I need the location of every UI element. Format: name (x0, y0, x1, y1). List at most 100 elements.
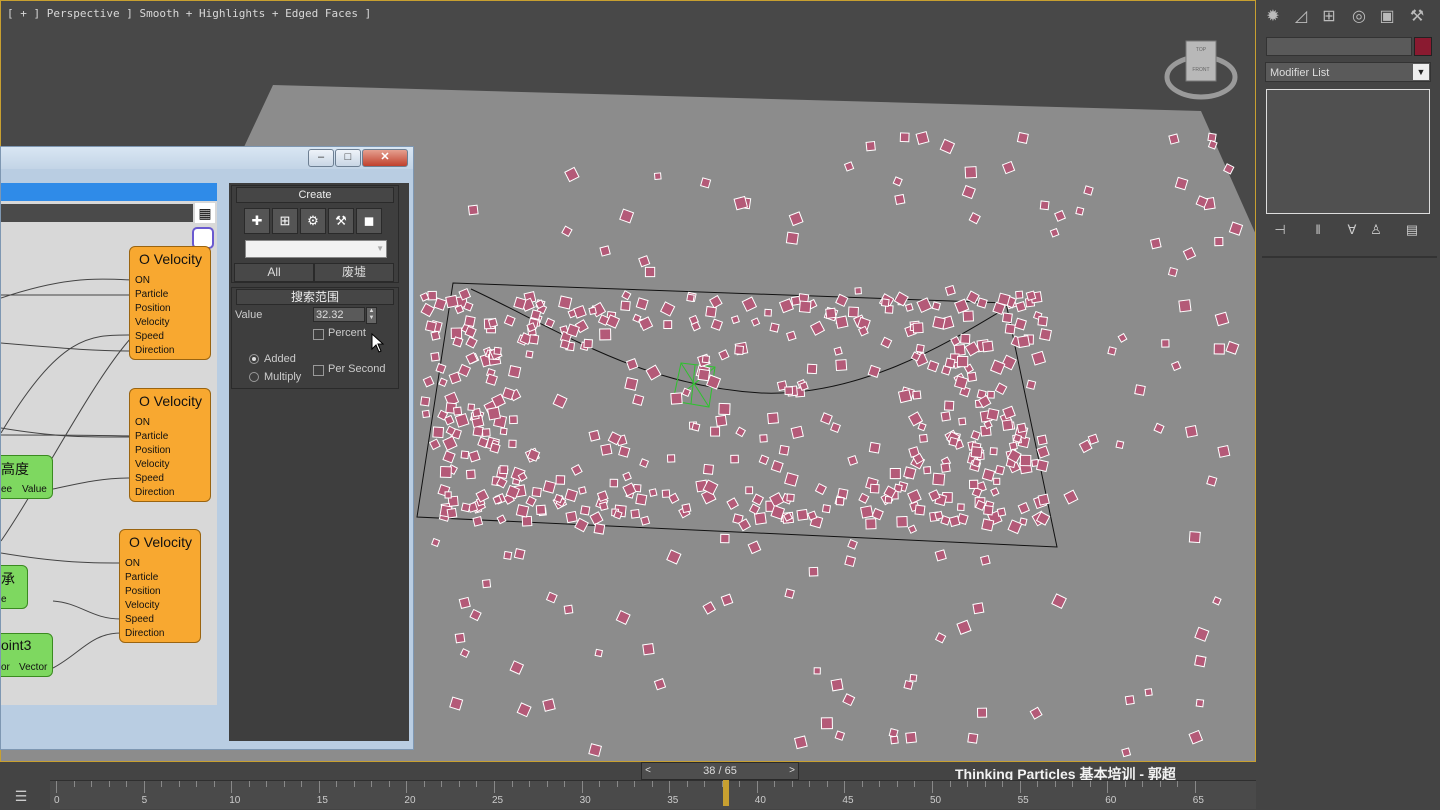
timeline-tick (791, 781, 793, 787)
make-unique-icon[interactable]: ∀ (1344, 222, 1360, 238)
port-particle[interactable]: Particle (125, 572, 158, 583)
utilities-icon[interactable]: ⚒ (1406, 6, 1428, 28)
port-vector[interactable]: Vector (19, 662, 47, 673)
minimize-button[interactable]: – (308, 149, 334, 167)
maximize-button[interactable]: □ (335, 149, 361, 167)
particle (463, 315, 476, 328)
timeline-tick (458, 781, 460, 787)
node-graph[interactable]: ▦ O Velocity ON Particle Position Veloci… (1, 183, 217, 705)
particle (452, 406, 463, 416)
next-frame-icon[interactable]: > (786, 763, 798, 779)
port-speed[interactable]: Speed (135, 331, 164, 342)
particle (720, 533, 730, 544)
port-value[interactable]: Value (22, 484, 47, 495)
added-radio[interactable] (249, 354, 259, 364)
viewport-label[interactable]: [ + ] Perspective ] Smooth + Highlights … (7, 7, 371, 20)
motion-icon[interactable]: ◎ (1348, 6, 1370, 28)
add-ok-icon[interactable]: ⊞ (272, 208, 298, 234)
particle (960, 333, 971, 344)
velocity-node-1[interactable]: O Velocity ON Particle Position Velocity… (129, 246, 211, 360)
velocity-node-2[interactable]: O Velocity ON Particle Position Velocity… (129, 388, 211, 502)
particle (508, 365, 522, 379)
show-end-result-icon[interactable]: ‖ (1310, 222, 1326, 238)
timeline-tick (686, 781, 688, 787)
port-particle[interactable]: Particle (135, 431, 168, 442)
port-velocity[interactable]: Velocity (135, 459, 169, 470)
particle (989, 447, 998, 456)
velocity-node-3[interactable]: O Velocity ON Particle Position Velocity… (119, 529, 201, 643)
height-node[interactable]: 高度 ee Value (1, 455, 53, 499)
pin-stack-icon[interactable]: ⊣ (1272, 222, 1288, 238)
remove-modifier-icon[interactable]: ♙ (1368, 222, 1384, 238)
dialog-titlebar[interactable]: – □ ✕ (1, 147, 413, 169)
particle (847, 306, 859, 318)
ruins-button[interactable]: 废墟 (314, 263, 394, 282)
prev-frame-icon[interactable]: < (642, 763, 654, 779)
display-icon[interactable]: ▣ (1376, 6, 1398, 28)
particle (996, 507, 1007, 517)
object-name-field[interactable] (1266, 37, 1412, 56)
object-color-swatch[interactable] (1414, 37, 1432, 56)
cube-icon[interactable]: ◼ (356, 208, 382, 234)
time-slider[interactable]: < 38 / 65 > (641, 762, 799, 780)
viewcube[interactable]: TOP FRONT (1164, 37, 1238, 103)
percent-checkbox[interactable] (313, 329, 324, 340)
particle (1031, 350, 1047, 366)
particle (1194, 654, 1207, 668)
track-bar[interactable]: 0 5 10 15 20 25 30 35 40 45 50 55 60 65 (50, 780, 1256, 809)
particle (1015, 290, 1024, 299)
port-velocity[interactable]: Velocity (125, 600, 159, 611)
inherit-node[interactable]: 承 e (1, 565, 28, 609)
particle (889, 468, 901, 480)
chevron-down-icon[interactable]: ▼ (1413, 64, 1429, 80)
port-label[interactable]: ee (1, 484, 12, 495)
node-title: O Velocity (139, 251, 203, 267)
modify-icon[interactable]: ◿ (1290, 6, 1312, 28)
port-direction[interactable]: Direction (135, 345, 174, 356)
timeline-tick (932, 781, 933, 793)
multiply-radio[interactable] (249, 372, 259, 382)
port-position[interactable]: Position (135, 303, 171, 314)
port-position[interactable]: Position (135, 445, 171, 456)
modifier-stack[interactable] (1266, 89, 1430, 214)
create-type-dropdown[interactable]: ▼ (245, 240, 387, 258)
port-label[interactable]: or (1, 662, 10, 673)
track-bar-toggle-icon[interactable]: ☰ (8, 786, 34, 806)
modifier-list-dropdown[interactable]: Modifier List ▼ (1265, 62, 1431, 82)
create-rollout-title[interactable]: Create (236, 187, 394, 203)
particle (793, 735, 808, 750)
particle (705, 305, 717, 318)
add-group-icon[interactable]: ✚ (244, 208, 270, 234)
settings-gear-icon[interactable]: ⚙ (300, 208, 326, 234)
node-title: O Velocity (139, 393, 203, 409)
point3-node[interactable]: oint3 or Vector (1, 633, 53, 677)
value-input[interactable]: 32.32 (313, 307, 365, 322)
port-position[interactable]: Position (125, 586, 161, 597)
port-direction[interactable]: Direction (135, 487, 174, 498)
per-second-checkbox[interactable] (313, 365, 324, 376)
create-icon[interactable]: ✹ (1262, 6, 1284, 28)
all-button[interactable]: All (234, 263, 314, 282)
chevron-down-icon[interactable]: ▼ (376, 241, 384, 257)
value-spinner[interactable]: ▲ ▼ (366, 307, 377, 324)
search-range-title[interactable]: 搜索范围 (236, 289, 394, 305)
port-on[interactable]: ON (125, 558, 140, 569)
close-button[interactable]: ✕ (362, 149, 408, 167)
port-direction[interactable]: Direction (125, 628, 164, 639)
port-on[interactable]: ON (135, 275, 150, 286)
particle (439, 466, 452, 479)
port-velocity[interactable]: Velocity (135, 317, 169, 328)
particle (733, 195, 749, 211)
particle (525, 350, 534, 359)
port-speed[interactable]: Speed (135, 473, 164, 484)
port-particle[interactable]: Particle (135, 289, 168, 300)
hierarchy-icon[interactable]: ⊞ (1318, 6, 1340, 28)
port-label[interactable]: e (1, 594, 7, 605)
port-speed[interactable]: Speed (125, 614, 154, 625)
current-frame-marker[interactable] (723, 780, 729, 806)
port-on[interactable]: ON (135, 417, 150, 428)
particle (905, 731, 917, 744)
configure-sets-icon[interactable]: ▤ (1404, 222, 1420, 238)
wrench-icon[interactable]: ⚒ (328, 208, 354, 234)
particle (489, 442, 501, 454)
